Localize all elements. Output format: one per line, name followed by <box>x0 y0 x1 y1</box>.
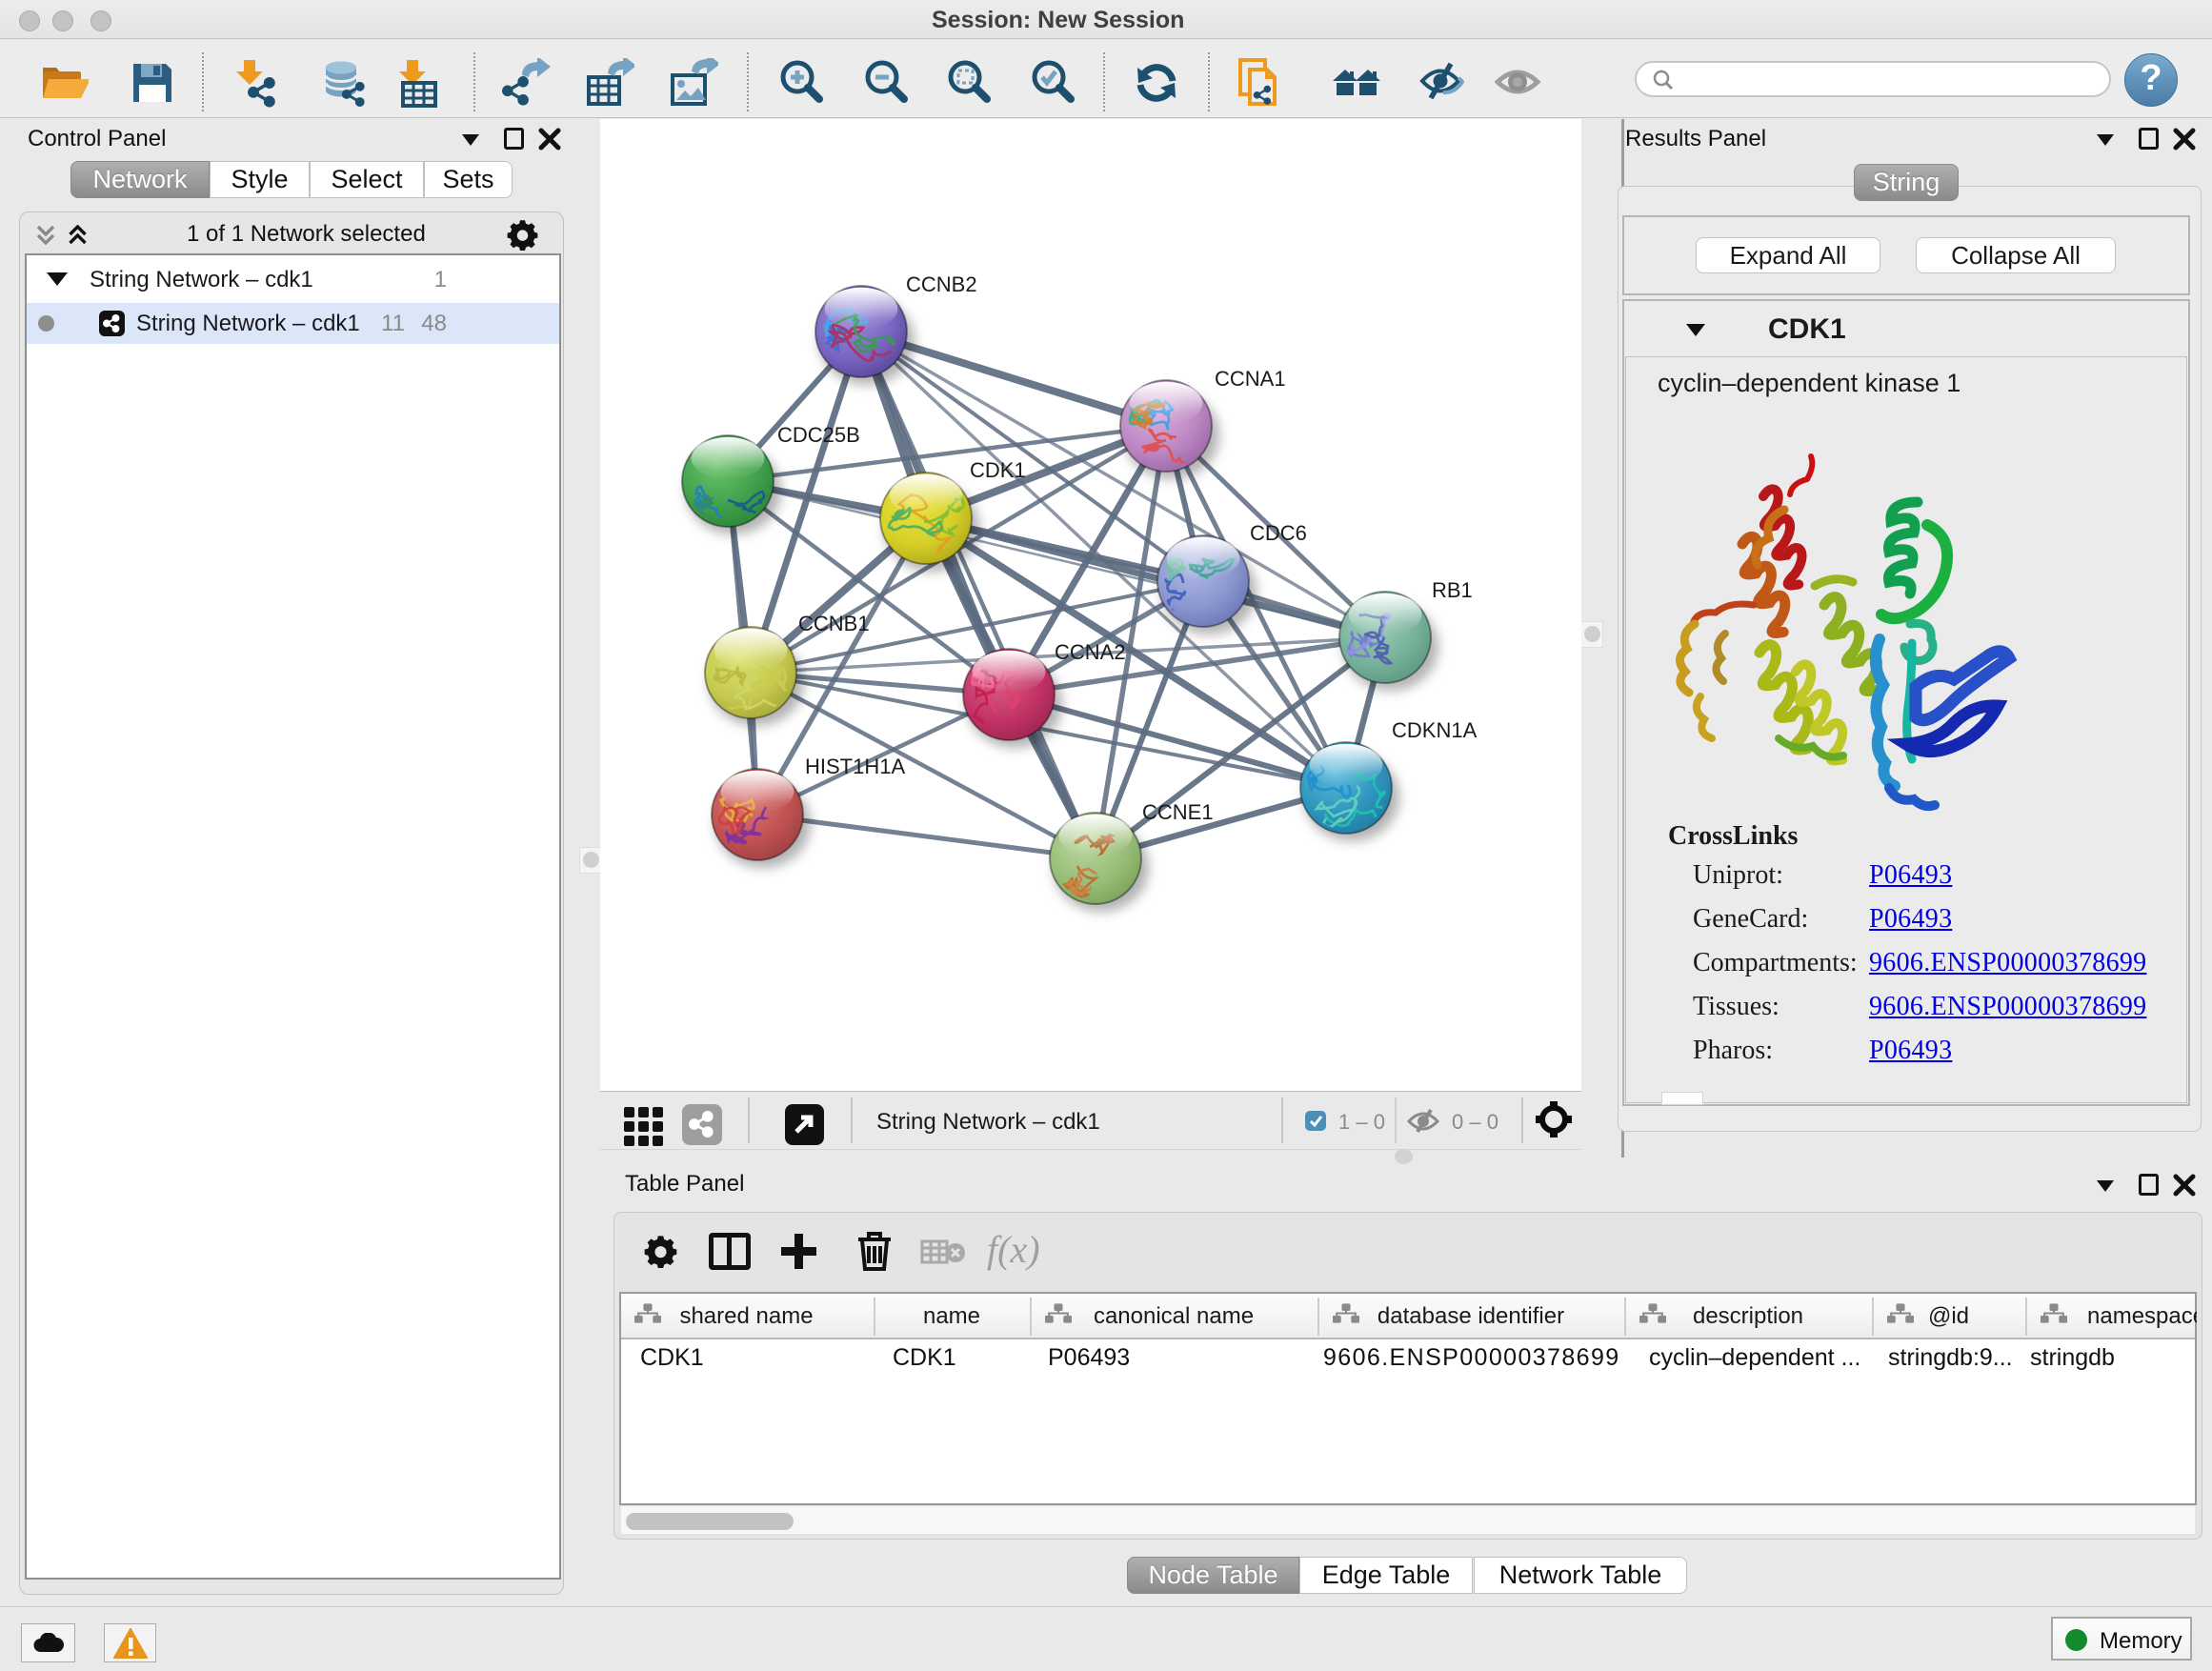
svg-text:CCNA1: CCNA1 <box>1215 367 1286 391</box>
svg-text:CCNB2: CCNB2 <box>906 272 977 296</box>
svg-text:CCNB1: CCNB1 <box>798 612 870 635</box>
svg-text:CDKN1A: CDKN1A <box>1392 718 1478 742</box>
svg-text:CDC6: CDC6 <box>1250 521 1307 545</box>
svg-text:CCNA2: CCNA2 <box>1055 640 1126 664</box>
svg-text:HIST1H1A: HIST1H1A <box>805 755 905 778</box>
svg-text:RB1: RB1 <box>1432 578 1473 602</box>
svg-text:CDK1: CDK1 <box>970 458 1026 482</box>
svg-text:CDC25B: CDC25B <box>777 423 860 447</box>
svg-text:CCNE1: CCNE1 <box>1142 800 1214 824</box>
